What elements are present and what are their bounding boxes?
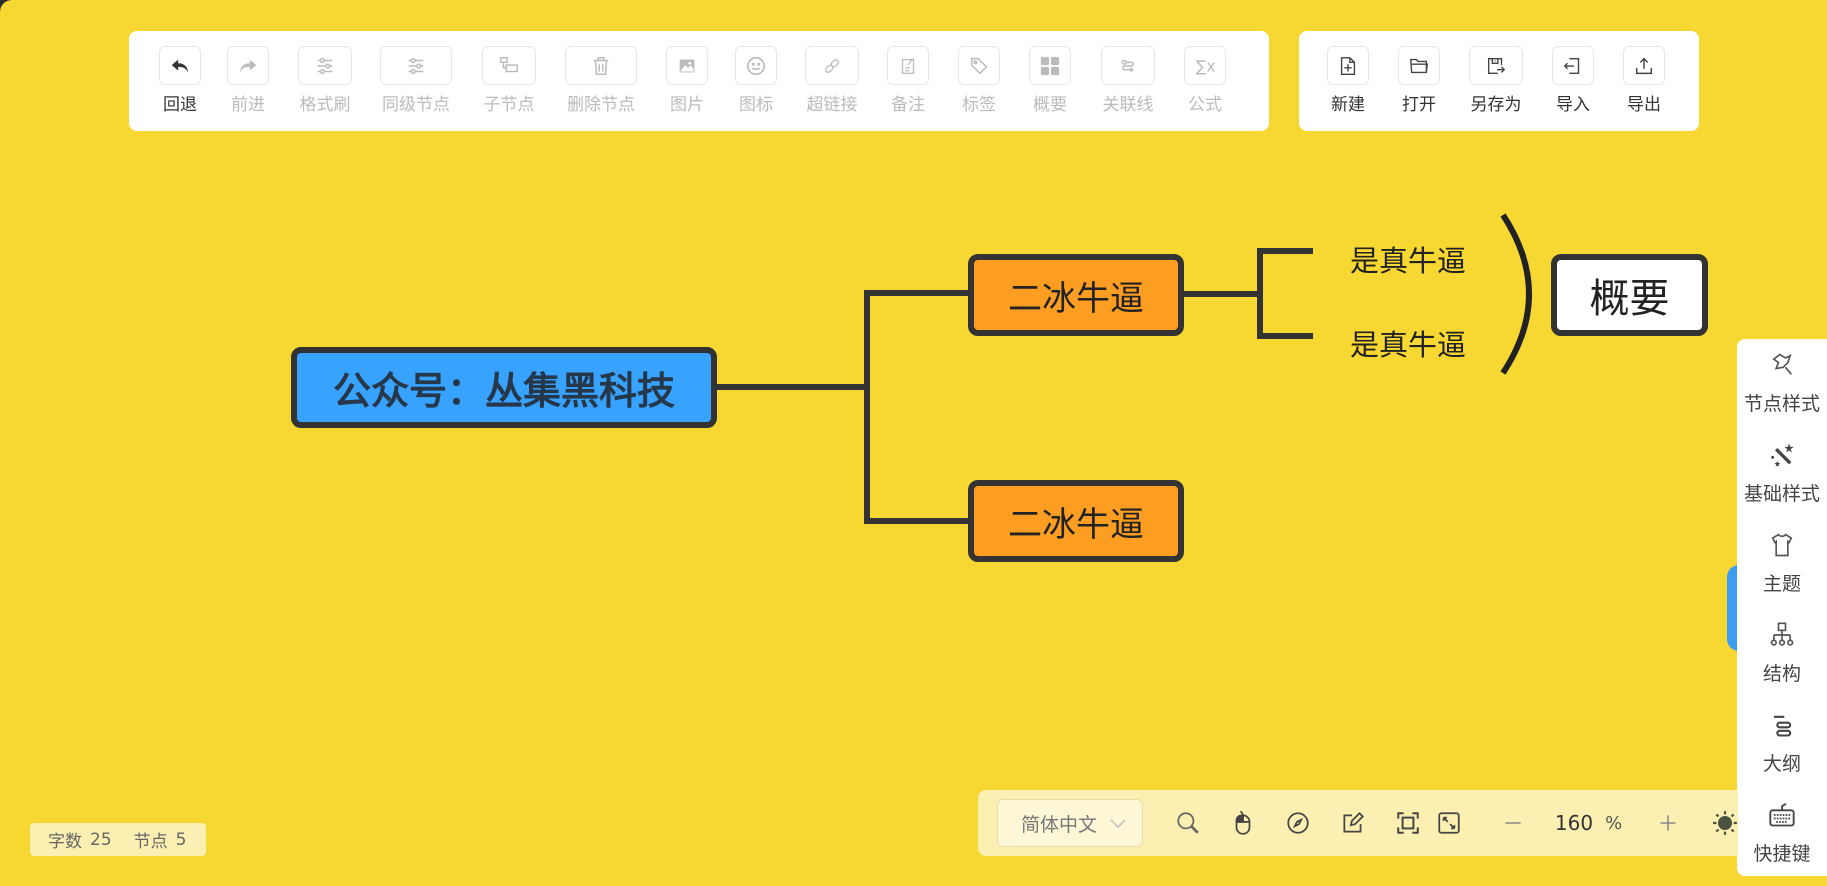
mouse-mode-button[interactable] <box>1230 809 1257 837</box>
icon-button[interactable]: 图标 <box>735 46 777 115</box>
magic-wand-icon <box>1768 441 1796 473</box>
smiley-icon <box>735 46 777 85</box>
summary-node[interactable]: 概要 <box>1551 254 1708 336</box>
new-file-icon <box>1327 46 1369 85</box>
root-node-text: 公众号：丛集黑科技 <box>332 369 675 413</box>
bottom-navigator-bar: 简体中文 160 % <box>978 790 1738 856</box>
sidebar-item-base-style[interactable]: 基础样式 <box>1737 441 1827 531</box>
structure-icon <box>1768 621 1796 653</box>
child-node-icon <box>482 46 536 85</box>
fit-canvas-button[interactable] <box>1394 809 1421 837</box>
zoom-unit: % <box>1605 812 1623 834</box>
leaf-node[interactable]: 是真牛逼 <box>1350 322 1466 364</box>
root-node[interactable]: 公众号：丛集黑科技 <box>291 347 717 428</box>
document-stats: 字数 25 节点 5 <box>30 823 206 856</box>
file-toolbar: 新建 打开 另存为 导入 导出 <box>1299 31 1699 131</box>
hyperlink-button[interactable]: 超链接 <box>805 46 859 115</box>
edit-icon <box>1343 812 1364 833</box>
outline-icon <box>1768 711 1796 743</box>
import-button[interactable]: 导入 <box>1552 46 1594 115</box>
language-select[interactable]: 简体中文 <box>997 799 1143 847</box>
undo-icon <box>159 46 201 85</box>
search-button[interactable] <box>1175 809 1202 837</box>
zoom-level: 160 <box>1554 811 1594 835</box>
sun-icon <box>1712 811 1737 835</box>
sidebar-item-theme[interactable]: 主题 <box>1737 531 1827 621</box>
word-count: 25 <box>90 829 112 850</box>
edit-mode-button[interactable] <box>1339 809 1366 837</box>
shirt-icon <box>1768 531 1796 563</box>
link-icon <box>805 46 859 85</box>
branch-node[interactable]: 二冰牛逼 <box>968 480 1184 562</box>
sigma-icon: ∑x <box>1184 46 1226 85</box>
new-button[interactable]: 新建 <box>1327 46 1369 115</box>
node-style-icon <box>1768 351 1796 383</box>
sliders-icon <box>298 46 352 85</box>
compass-icon <box>1287 812 1309 834</box>
redo-button[interactable]: 前进 <box>227 46 269 115</box>
image-button[interactable]: 图片 <box>666 46 708 115</box>
connector-lines <box>717 213 1532 524</box>
image-icon <box>666 46 708 85</box>
sidebar-item-shortcuts[interactable]: 快捷键 <box>1737 801 1827 886</box>
navigator-button[interactable] <box>1284 809 1311 837</box>
formula-button[interactable]: ∑x 公式 <box>1184 46 1226 115</box>
node-count: 5 <box>175 829 187 850</box>
fullscreen-button[interactable] <box>1435 809 1462 837</box>
node-count-label: 节点 <box>133 832 168 852</box>
dark-mode-toggle[interactable] <box>1711 809 1738 837</box>
plus-icon <box>1660 815 1676 831</box>
word-count-label: 字数 <box>48 832 82 852</box>
zoom-out-button[interactable] <box>1500 809 1527 837</box>
open-button[interactable]: 打开 <box>1398 46 1440 115</box>
language-select-value: 简体中文 <box>1021 813 1098 836</box>
minus-icon <box>1505 822 1522 824</box>
summary-bracket <box>1500 213 1532 375</box>
mindmap-canvas[interactable]: 公众号：丛集黑科技 二冰牛逼 二冰牛逼 是真牛逼 是真牛逼 概要 <box>0 0 1827 886</box>
trash-icon <box>565 46 637 85</box>
summary-node-text: 概要 <box>1589 276 1670 322</box>
branch-node-text: 二冰牛逼 <box>1008 278 1144 319</box>
branch-node-text: 二冰牛逼 <box>1008 504 1144 545</box>
note-button[interactable]: 备注 <box>887 46 929 115</box>
leaf-node[interactable]: 是真牛逼 <box>1350 238 1466 280</box>
sibling-node-button[interactable]: 同级节点 <box>380 46 452 115</box>
relation-line-button[interactable]: 关联线 <box>1101 46 1155 115</box>
note-icon <box>887 46 929 85</box>
delete-node-button[interactable]: 删除节点 <box>565 46 637 115</box>
export-icon <box>1623 46 1665 85</box>
right-sidebar: 节点样式 基础样式 主题 结构 大纲 快捷键 <box>1737 339 1827 876</box>
branch-node[interactable]: 二冰牛逼 <box>968 254 1184 336</box>
save-as-icon <box>1469 46 1523 85</box>
tag-icon <box>958 46 1000 85</box>
zoom-in-button[interactable] <box>1654 809 1681 837</box>
child-node-button[interactable]: 子节点 <box>482 46 536 115</box>
mouse-icon <box>1235 810 1251 835</box>
export-button[interactable]: 导出 <box>1623 46 1665 115</box>
svg-text:∑x: ∑x <box>1196 57 1216 75</box>
import-icon <box>1552 46 1594 85</box>
sliders-icon <box>380 46 452 85</box>
redo-icon <box>227 46 269 85</box>
summary-button[interactable]: 概要 <box>1029 46 1071 115</box>
chevron-down-icon <box>1110 812 1126 834</box>
folder-icon <box>1398 46 1440 85</box>
relation-line-icon <box>1101 46 1155 85</box>
sidebar-item-outline[interactable]: 大纲 <box>1737 711 1827 801</box>
search-icon <box>1177 812 1199 834</box>
edit-toolbar: 回退 前进 格式刷 同级节点 子节点 删除节点 图片 图标 超链接 备注 标签 … <box>129 31 1269 131</box>
fullscreen-icon <box>1437 812 1460 834</box>
keyboard-icon <box>1768 801 1796 833</box>
sidebar-item-node-style[interactable]: 节点样式 <box>1737 351 1827 441</box>
fit-screen-icon <box>1396 812 1419 834</box>
sidebar-item-structure[interactable]: 结构 <box>1737 621 1827 711</box>
tag-button[interactable]: 标签 <box>958 46 1000 115</box>
grid-icon <box>1029 46 1071 85</box>
undo-button[interactable]: 回退 <box>156 46 204 115</box>
app-window: 公众号：丛集黑科技 二冰牛逼 二冰牛逼 是真牛逼 是真牛逼 概要 回退 前进 格… <box>0 0 1827 886</box>
save-as-button[interactable]: 另存为 <box>1469 46 1523 115</box>
format-painter-button[interactable]: 格式刷 <box>298 46 352 115</box>
